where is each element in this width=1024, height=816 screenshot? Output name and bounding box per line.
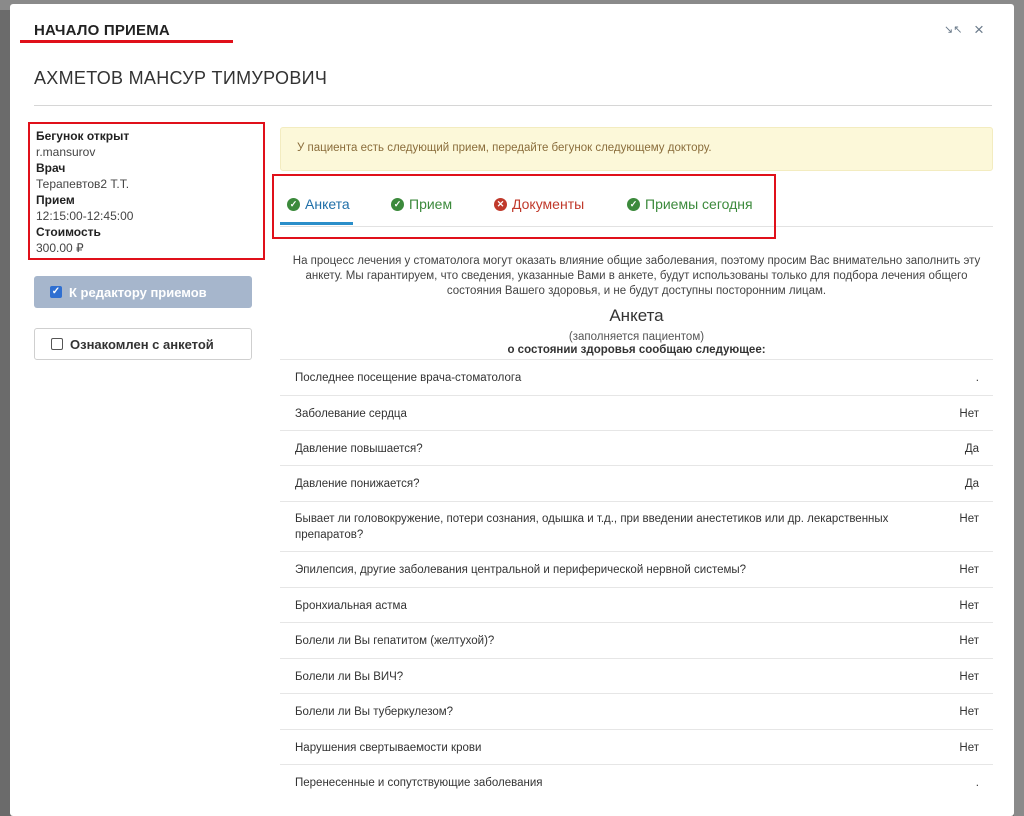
question-text: Бывает ли головокружение, потери сознани… — [295, 513, 889, 541]
backdrop-right — [1014, 0, 1024, 816]
question-row: Давление понижается? Да — [280, 465, 993, 501]
question-text: Болели ли Вы гепатитом (желтухой)? — [295, 635, 495, 647]
runner-info-panel: Бегунок открыт r.mansurov Врач Терапевто… — [28, 122, 265, 260]
question-row: Болели ли Вы гепатитом (желтухой)? Нет — [280, 622, 993, 658]
answer-value: Нет — [959, 408, 979, 420]
answer-value: Нет — [959, 742, 979, 754]
appointment-start-modal: НАЧАЛО ПРИЕМА ↘↖ × АХМЕТОВ МАНСУР ТИМУРО… — [10, 4, 1014, 816]
question-text: Перенесенные и сопутствующие заболевания — [295, 777, 543, 789]
question-row: Давление повышается? Да — [280, 430, 993, 465]
answer-value: Нет — [959, 671, 979, 683]
question-row: Болели ли Вы туберкулезом? Нет — [280, 693, 993, 729]
modal-title: НАЧАЛО ПРИЕМА — [34, 22, 170, 39]
question-text: Болели ли Вы ВИЧ? — [295, 671, 404, 683]
answer-value: Нет — [959, 706, 979, 718]
checkbox-empty-icon[interactable] — [51, 338, 63, 350]
question-row: Болели ли Вы ВИЧ? Нет — [280, 658, 993, 693]
questionnaire-ack-label: Ознакомлен с анкетой — [70, 336, 214, 352]
questionnaire-title: Анкета — [609, 306, 664, 325]
doctor-value: Терапевтов2 Т.Т. — [36, 177, 130, 191]
question-text: Заболевание сердца — [295, 408, 407, 420]
answer-value: Нет — [959, 564, 979, 576]
answer-value: Нет — [959, 513, 979, 525]
patient-name: АХМЕТОВ МАНСУР ТИМУРОВИЧ — [34, 68, 328, 88]
question-text: Бронхиальная астма — [295, 600, 407, 612]
questionnaire-ack-button[interactable]: Ознакомлен с анкетой — [34, 328, 252, 360]
question-row: Последнее посещение врача-стоматолога . — [280, 359, 993, 395]
appointment-editor-button[interactable]: ✓ К редактору приемов — [34, 276, 252, 308]
answer-value: . — [975, 777, 979, 789]
cost-value: 300.00 ₽ — [36, 241, 84, 255]
question-text: Давление понижается? — [295, 478, 420, 490]
next-appointment-alert: У пациента есть следующий прием, передай… — [280, 127, 993, 171]
runner-value: r.mansurov — [36, 145, 96, 159]
tabs-highlight-box — [272, 174, 776, 239]
cost-label: Стоимость — [36, 225, 101, 239]
answer-value: Нет — [959, 635, 979, 647]
questionnaire-subtitle-bold: о состоянии здоровья сообщаю следующее: — [507, 344, 766, 356]
question-row: Бывает ли головокружение, потери сознани… — [280, 501, 993, 551]
doctor-label: Врач — [36, 161, 66, 175]
question-row: Перенесенные и сопутствующие заболевания… — [280, 764, 993, 800]
header-divider — [34, 105, 992, 106]
appointment-value: 12:15:00-12:45:00 — [36, 209, 134, 223]
questionnaire-list: Последнее посещение врача-стоматолога . … — [280, 359, 993, 800]
question-row: Эпилепсия, другие заболевания центрально… — [280, 551, 993, 587]
answer-value: Да — [964, 478, 979, 490]
answer-value: . — [975, 372, 979, 384]
question-text: Последнее посещение врача-стоматолога — [295, 372, 522, 384]
question-row: Нарушения свертываемости крови Нет — [280, 729, 993, 764]
compress-icon[interactable]: ↘↖ — [944, 22, 962, 38]
question-text: Давление повышается? — [295, 443, 423, 455]
runner-label: Бегунок открыт — [36, 129, 130, 143]
modal-header: НАЧАЛО ПРИЕМА ↘↖ × — [10, 4, 1014, 60]
appointment-editor-label: К редактору приемов — [69, 284, 207, 300]
question-text: Эпилепсия, другие заболевания центрально… — [295, 564, 747, 576]
questionnaire-intro: На процесс лечения у стоматолога могут о… — [292, 255, 981, 297]
answer-value: Нет — [959, 600, 979, 612]
question-text: Болели ли Вы туберкулезом? — [295, 706, 454, 718]
questionnaire-subtitle: (заполняется пациентом) — [568, 331, 705, 343]
answer-value: Да — [964, 443, 979, 455]
checkbox-checked-icon: ✓ — [50, 286, 62, 298]
title-highlight-underline — [20, 40, 233, 43]
question-row: Заболевание сердца Нет — [280, 395, 993, 430]
appointment-label: Прием — [36, 193, 75, 207]
close-icon[interactable]: × — [971, 21, 987, 38]
question-row: Бронхиальная астма Нет — [280, 587, 993, 622]
question-text: Нарушения свертываемости крови — [295, 742, 482, 754]
